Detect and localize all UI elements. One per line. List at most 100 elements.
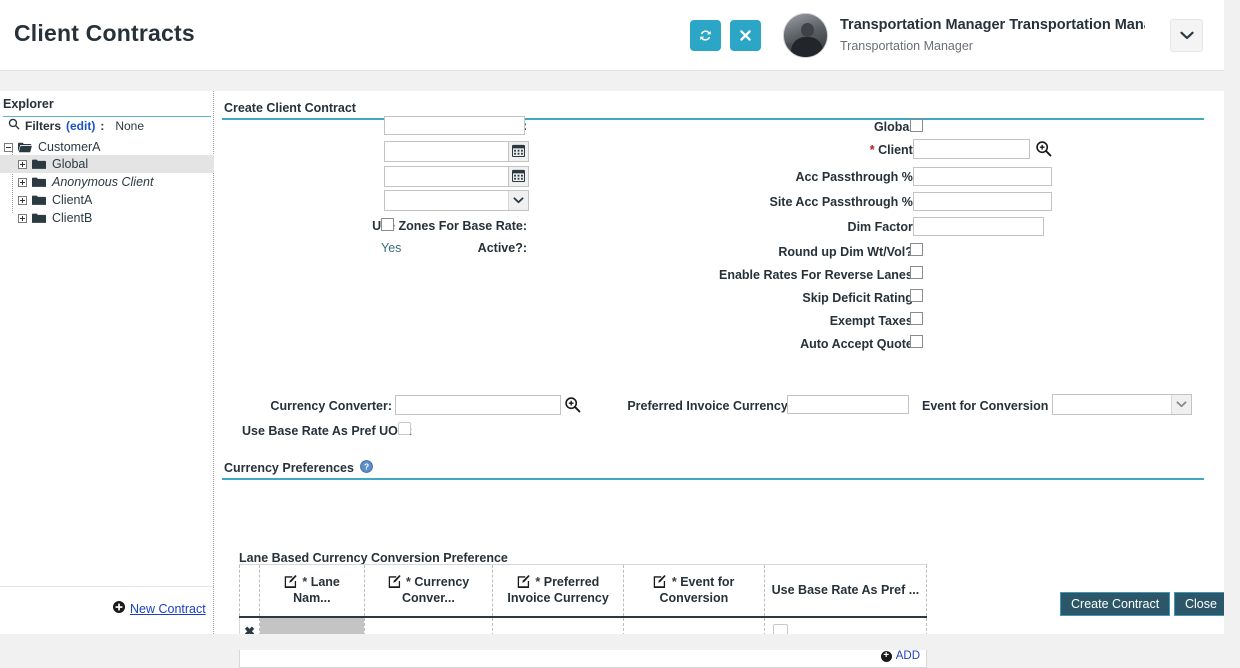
dim-factor-label-text: Dim Factor: — [847, 220, 917, 234]
explorer-footer-divider — [0, 586, 214, 587]
new-contract-label: New Contract — [130, 601, 206, 616]
app-header: Client Contracts Transportation Manager … — [0, 0, 1224, 71]
content-gap-strip — [0, 71, 1224, 91]
currency-converter-input[interactable] — [395, 395, 561, 415]
client-label: * Client: — [767, 143, 917, 157]
refresh-button[interactable] — [690, 20, 721, 51]
skip-deficit-rating-label: Skip Deficit Rating: — [727, 291, 917, 305]
skip-deficit-rating-checkbox[interactable] — [910, 289, 923, 302]
new-contract-button[interactable]: New Contract — [113, 601, 206, 616]
explorer-panel: Explorer Filters (edit) : None CustomerA… — [0, 91, 214, 634]
tree-label-clientb: ClientB — [52, 211, 93, 225]
filters-value: None — [115, 118, 145, 133]
calendar-icon — [511, 169, 526, 185]
tree-label-global: Global — [52, 157, 89, 171]
right-gutter — [1224, 0, 1240, 650]
end-date-input[interactable] — [384, 166, 509, 187]
preferred-invoice-currency-label-text: Preferred Invoice Currency: — [627, 399, 792, 413]
chevron-down-icon — [1179, 29, 1194, 43]
enable-reverse-lanes-checkbox[interactable] — [910, 266, 923, 279]
skip-deficit-rating-label-text: Skip Deficit Rating: — [802, 291, 917, 305]
client-lookup-search-icon[interactable] — [1035, 140, 1052, 157]
tree-toggle-customera[interactable] — [4, 142, 13, 152]
use-base-rate-pref-uom-checkbox[interactable] — [398, 422, 411, 435]
tree-node-customera[interactable]: CustomerA — [4, 138, 101, 156]
close-x-icon — [739, 29, 752, 42]
site-acc-passthrough-label-text: Site Acc Passthrough %: — [769, 195, 918, 209]
start-date-calendar-button[interactable] — [509, 141, 529, 162]
explorer-title-divider — [3, 116, 211, 117]
end-date-calendar-button[interactable] — [509, 166, 529, 187]
event-for-conversion-select[interactable] — [1052, 394, 1192, 415]
site-acc-passthrough-input[interactable] — [913, 192, 1052, 211]
add-row-button[interactable]: + ADD — [880, 650, 920, 662]
sidebar-item-anonymous-client[interactable]: Anonymous Client — [18, 173, 153, 191]
tariff-select[interactable] — [384, 190, 529, 211]
form-section-title: Create Client Contract — [224, 101, 356, 115]
open-folder-icon — [18, 142, 32, 153]
folder-icon — [32, 177, 46, 188]
currency-converter-label: Currency Converter: — [242, 399, 392, 413]
use-base-rate-pref-uom-label: Use Base Rate As Pref UOM: — [242, 424, 412, 438]
use-zones-checkbox[interactable] — [381, 218, 394, 231]
lane-table-title: Lane Based Currency Conversion Preferenc… — [239, 551, 508, 565]
tree-toggle-global[interactable] — [18, 159, 27, 169]
close-button[interactable]: Close — [1174, 592, 1228, 616]
dim-factor-input[interactable] — [913, 217, 1044, 236]
folder-icon — [32, 195, 46, 206]
user-menu-button[interactable] — [1170, 19, 1203, 52]
start-date-input[interactable] — [384, 141, 509, 162]
svg-text:?: ? — [364, 462, 369, 472]
avatar — [783, 13, 828, 58]
filters-colon: : — [100, 118, 105, 133]
avatar-body — [791, 37, 823, 57]
enable-reverse-lanes-label: Enable Rates For Reverse Lanes: — [697, 268, 917, 282]
auto-accept-quote-label: Auto Accept Quote: — [727, 337, 917, 351]
active-value: Yes — [381, 241, 402, 255]
sidebar-item-global[interactable]: Global — [0, 155, 214, 173]
tree-toggle-clientb[interactable] — [18, 213, 27, 223]
event-for-conversion-label-text: Event for Conversion : — [922, 399, 1057, 413]
currency-converter-lookup-search-icon[interactable] — [564, 396, 581, 413]
required-asterisk: * — [869, 143, 875, 157]
acc-passthrough-input[interactable] — [913, 167, 1052, 186]
sidebar-item-clientb[interactable]: ClientB — [18, 209, 92, 227]
tree-toggle-clienta[interactable] — [18, 195, 27, 205]
preferred-invoice-currency-input[interactable] — [787, 395, 909, 414]
event-for-conversion-label: Event for Conversion : — [922, 399, 1056, 413]
create-contract-button[interactable]: Create Contract — [1060, 592, 1171, 616]
filters-row[interactable]: Filters (edit) : None — [8, 118, 144, 133]
site-acc-passthrough-label: Site Acc Passthrough %: — [750, 195, 918, 209]
preferred-invoice-currency-label: Preferred Invoice Currency: — [602, 399, 792, 413]
exempt-taxes-label-text: Exempt Taxes: — [829, 314, 917, 328]
active-label-text: Active?: — [477, 241, 527, 255]
avatar-head — [801, 23, 814, 37]
client-input[interactable] — [913, 139, 1030, 159]
global-label: Global: — [767, 120, 917, 134]
currency-preferences-title: Currency Preferences ? — [224, 460, 373, 476]
round-up-dim-label: Round up Dim Wt/Vol?: — [727, 245, 917, 259]
add-row-label: ADD — [895, 650, 920, 662]
plus-circle-icon — [113, 601, 125, 616]
auto-accept-quote-checkbox[interactable] — [910, 335, 923, 348]
create-client-contract-form: Create Client Contract * Contract Name: … — [222, 91, 1224, 668]
global-checkbox[interactable] — [910, 119, 923, 132]
client-label-text: Client: — [878, 143, 917, 157]
refresh-icon — [698, 28, 713, 43]
main-content-area: Explorer Filters (edit) : None CustomerA… — [0, 91, 1228, 668]
filters-edit-link[interactable]: (edit) — [66, 119, 95, 133]
auto-accept-quote-label-text: Auto Accept Quote: — [800, 337, 917, 351]
contract-name-input[interactable] — [384, 116, 525, 135]
acc-passthrough-label-text: Acc Passthrough %: — [795, 170, 917, 184]
close-x-button[interactable] — [730, 20, 761, 51]
exempt-taxes-checkbox[interactable] — [910, 312, 923, 325]
dim-factor-label: Dim Factor: — [767, 220, 917, 234]
currency-title-divider — [222, 478, 1204, 480]
help-question-icon[interactable]: ? — [360, 460, 373, 476]
lane-table-add-bar: + ADD — [239, 648, 927, 668]
round-up-dim-checkbox[interactable] — [910, 243, 923, 256]
sidebar-item-clienta[interactable]: ClientA — [18, 191, 92, 209]
tree-toggle-anonymous-client[interactable] — [18, 177, 27, 187]
filters-label: Filters — [25, 118, 62, 133]
page-bottom-strip — [0, 634, 1240, 650]
